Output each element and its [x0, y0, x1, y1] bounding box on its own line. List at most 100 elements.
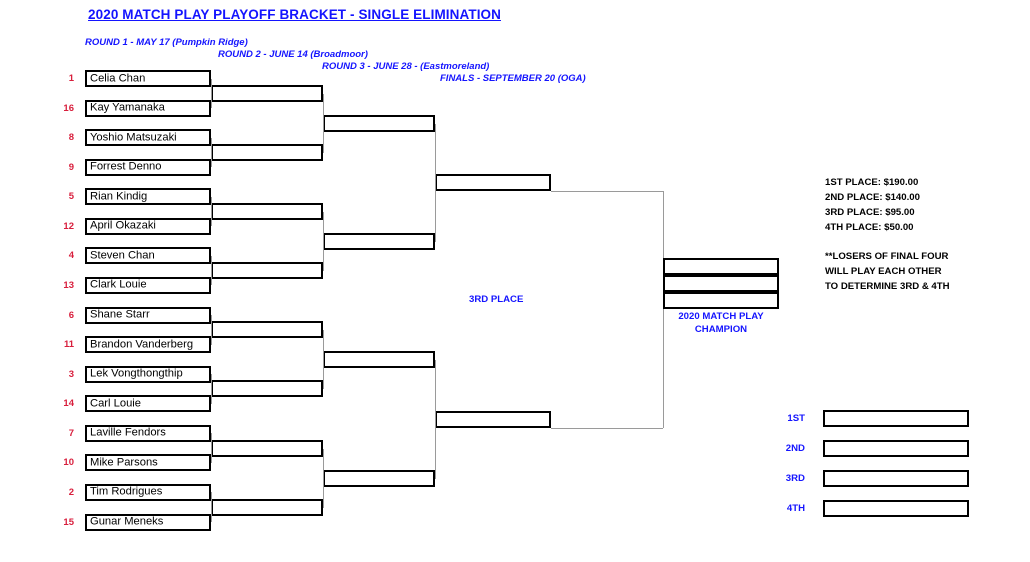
payout-3rd: 3RD PLACE: $95.00 — [825, 207, 915, 218]
player-box-text: Tim Rodrigues — [90, 485, 163, 498]
seed-number: 7 — [68, 427, 74, 439]
player-box[interactable]: Steven Chan — [85, 247, 211, 265]
player-box[interactable]: Kay Yamanaka — [85, 99, 211, 117]
round-2-label: ROUND 2 - JUNE 14 (Broadmoor) — [218, 49, 368, 60]
player-box[interactable]: Rian Kindig — [85, 188, 211, 206]
round-2-box[interactable] — [211, 144, 323, 161]
round-2-connector — [323, 329, 324, 389]
player-box[interactable]: Forrest Denno — [85, 158, 211, 176]
note-line-3: TO DETERMINE 3RD & 4TH — [825, 281, 950, 292]
round-2-box[interactable] — [211, 321, 323, 338]
payout-1st: 1ST PLACE: $190.00 — [825, 177, 919, 188]
placement-label: 3RD — [785, 473, 805, 484]
round-1-connector — [211, 196, 212, 227]
round-2-box[interactable] — [211, 203, 323, 220]
player-box-text: Steven Chan — [90, 249, 155, 262]
player-box-text: Laville Fendors — [90, 426, 166, 439]
round-2-connector — [323, 93, 324, 153]
round-3-connector — [435, 123, 436, 242]
final-connector-top — [551, 191, 663, 192]
player-box-text: Lek Vongthongthip — [90, 367, 183, 380]
player-box[interactable]: Tim Rodrigues — [85, 483, 211, 501]
placement-label: 4TH — [786, 503, 805, 514]
player-box[interactable]: Carl Louie — [85, 395, 211, 413]
seed-number: 14 — [63, 398, 74, 410]
player-box[interactable]: Clark Louie — [85, 276, 211, 294]
player-box[interactable]: Shane Starr — [85, 306, 211, 324]
player-box-text: Brandon Vanderberg — [90, 338, 194, 351]
champion-slot-1[interactable] — [663, 258, 779, 275]
round-3-box[interactable] — [323, 115, 435, 132]
player-box[interactable]: Yoshio Matsuzaki — [85, 129, 211, 147]
player-box[interactable]: Lek Vongthongthip — [85, 365, 211, 383]
seed-number: 9 — [68, 161, 74, 173]
seed-number: 13 — [63, 279, 74, 291]
seed-number: 2 — [68, 486, 74, 498]
player-box-text: Yoshio Matsuzaki — [90, 131, 177, 144]
round-1-connector — [211, 78, 212, 109]
round-2-box[interactable] — [211, 440, 323, 457]
seed-number: 10 — [63, 457, 74, 469]
player-box-text: Shane Starr — [90, 308, 150, 321]
final-connector-bottom — [551, 428, 663, 429]
player-box[interactable]: April Okazaki — [85, 217, 211, 235]
player-box-text: Carl Louie — [90, 397, 141, 410]
semifinal-box[interactable] — [435, 411, 551, 428]
note-line-1: **LOSERS OF FINAL FOUR — [825, 251, 949, 262]
round-3-box[interactable] — [323, 233, 435, 250]
seed-number: 3 — [68, 368, 74, 380]
champion-slot-2[interactable] — [663, 275, 779, 292]
round-3-label: ROUND 3 - JUNE 28 - (Eastmoreland) — [322, 61, 490, 72]
player-box-text: Gunar Meneks — [90, 515, 164, 528]
round-3-box[interactable] — [323, 470, 435, 487]
round-1-connector — [211, 137, 212, 168]
semifinal-box[interactable] — [435, 174, 551, 191]
placement-value-box[interactable] — [823, 410, 969, 427]
player-box-text: Rian Kindig — [90, 190, 148, 203]
player-box[interactable]: Mike Parsons — [85, 454, 211, 472]
player-box-text: Mike Parsons — [90, 456, 158, 469]
round-1-connector — [211, 315, 212, 345]
seed-number: 12 — [63, 220, 74, 232]
champion-slot-3[interactable] — [663, 292, 779, 309]
round-3-box[interactable] — [323, 351, 435, 368]
placement-value-box[interactable] — [823, 500, 969, 517]
seed-number: 5 — [68, 191, 74, 203]
round-1-connector — [211, 255, 212, 286]
note-line-2: WILL PLAY EACH OTHER — [825, 266, 942, 277]
placement-value-box[interactable] — [823, 440, 969, 457]
player-box-text: April Okazaki — [90, 219, 156, 232]
seed-number: 11 — [63, 339, 74, 351]
placement-label: 1ST — [787, 413, 805, 424]
round-2-box[interactable] — [211, 380, 323, 397]
seed-number: 8 — [68, 132, 74, 144]
round-2-box[interactable] — [211, 499, 323, 516]
placement-label: 2ND — [785, 443, 805, 454]
finals-label: FINALS - SEPTEMBER 20 (OGA) — [440, 73, 586, 84]
player-box[interactable]: Brandon Vanderberg — [85, 336, 211, 354]
champion-caption-line-1: 2020 MATCH PLAY — [678, 311, 764, 322]
round-3-connector — [435, 359, 436, 479]
placement-value-box[interactable] — [823, 470, 969, 487]
player-box-text: Clark Louie — [90, 278, 147, 291]
round-2-box[interactable] — [211, 85, 323, 102]
round-2-connector — [323, 211, 324, 271]
player-box-text: Celia Chan — [90, 71, 146, 84]
round-1-label: ROUND 1 - MAY 17 (Pumpkin Ridge) — [85, 37, 248, 48]
round-2-connector — [323, 448, 324, 508]
final-connector-vertical — [663, 191, 664, 428]
player-box-text: Forrest Denno — [90, 160, 162, 173]
seed-number: 6 — [68, 309, 74, 321]
player-box[interactable]: Celia Chan — [85, 70, 211, 87]
player-box[interactable]: Gunar Meneks — [85, 513, 211, 531]
round-1-connector — [211, 374, 212, 404]
round-2-box[interactable] — [211, 262, 323, 279]
champion-caption-line-2: CHAMPION — [694, 323, 748, 335]
payout-2nd: 2ND PLACE: $140.00 — [825, 192, 920, 203]
seed-number: 16 — [63, 102, 74, 114]
payout-4th: 4TH PLACE: $50.00 — [825, 222, 914, 233]
player-box[interactable]: Laville Fendors — [85, 424, 211, 442]
champion-caption: 2020 MATCH PLAY CHAMPION — [663, 311, 779, 336]
seed-number: 15 — [63, 516, 74, 528]
round-1-connector — [211, 492, 212, 523]
